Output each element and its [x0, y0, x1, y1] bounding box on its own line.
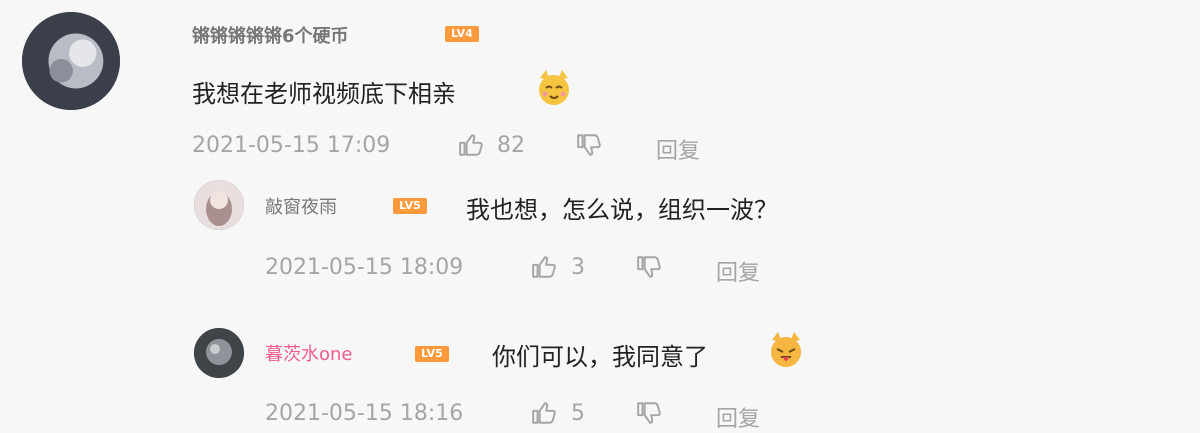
username[interactable]: 暮茨水one: [265, 340, 353, 366]
level-badge: LV5: [393, 198, 427, 214]
like-count: 82: [497, 133, 525, 158]
timestamp: 2021-05-15 17:09: [192, 133, 391, 158]
like-count: 5: [571, 401, 585, 426]
reply-text: 我也想，怎么说，组织一波？: [466, 196, 778, 224]
level-badge: LV4: [445, 26, 479, 42]
avatar[interactable]: [194, 180, 244, 230]
reply-button[interactable]: 回复: [716, 255, 760, 287]
level-badge: LV5: [415, 346, 449, 362]
avatar[interactable]: [194, 328, 244, 378]
timestamp: 2021-05-15 18:09: [265, 255, 464, 280]
thumbs-up-icon[interactable]: [531, 400, 557, 426]
comment-text: 我想在老师视频底下相亲: [192, 80, 456, 108]
avatar[interactable]: [22, 12, 120, 110]
like-count: 3: [571, 255, 585, 280]
reply-button[interactable]: 回复: [716, 401, 760, 433]
comment-thread: 锵锵锵锵锵6个硬币 LV4 我想在老师视频底下相亲 2021-05-15 17:…: [0, 0, 1200, 432]
thumbs-down-icon[interactable]: [576, 132, 602, 158]
thumbs-up-icon[interactable]: [531, 254, 557, 280]
thumbs-up-icon[interactable]: [458, 132, 484, 158]
cat-face-emoji: [534, 68, 574, 108]
reply-button[interactable]: 回复: [656, 133, 700, 165]
thumbs-down-icon[interactable]: [636, 400, 662, 426]
thumbs-down-icon[interactable]: [636, 254, 662, 280]
username[interactable]: 锵锵锵锵锵6个硬币: [192, 22, 349, 48]
reply-text: 你们可以，我同意了: [492, 343, 708, 371]
tongue-cat-emoji: [766, 330, 806, 370]
username[interactable]: 敲窗夜雨: [265, 193, 337, 219]
timestamp: 2021-05-15 18:16: [265, 401, 464, 426]
